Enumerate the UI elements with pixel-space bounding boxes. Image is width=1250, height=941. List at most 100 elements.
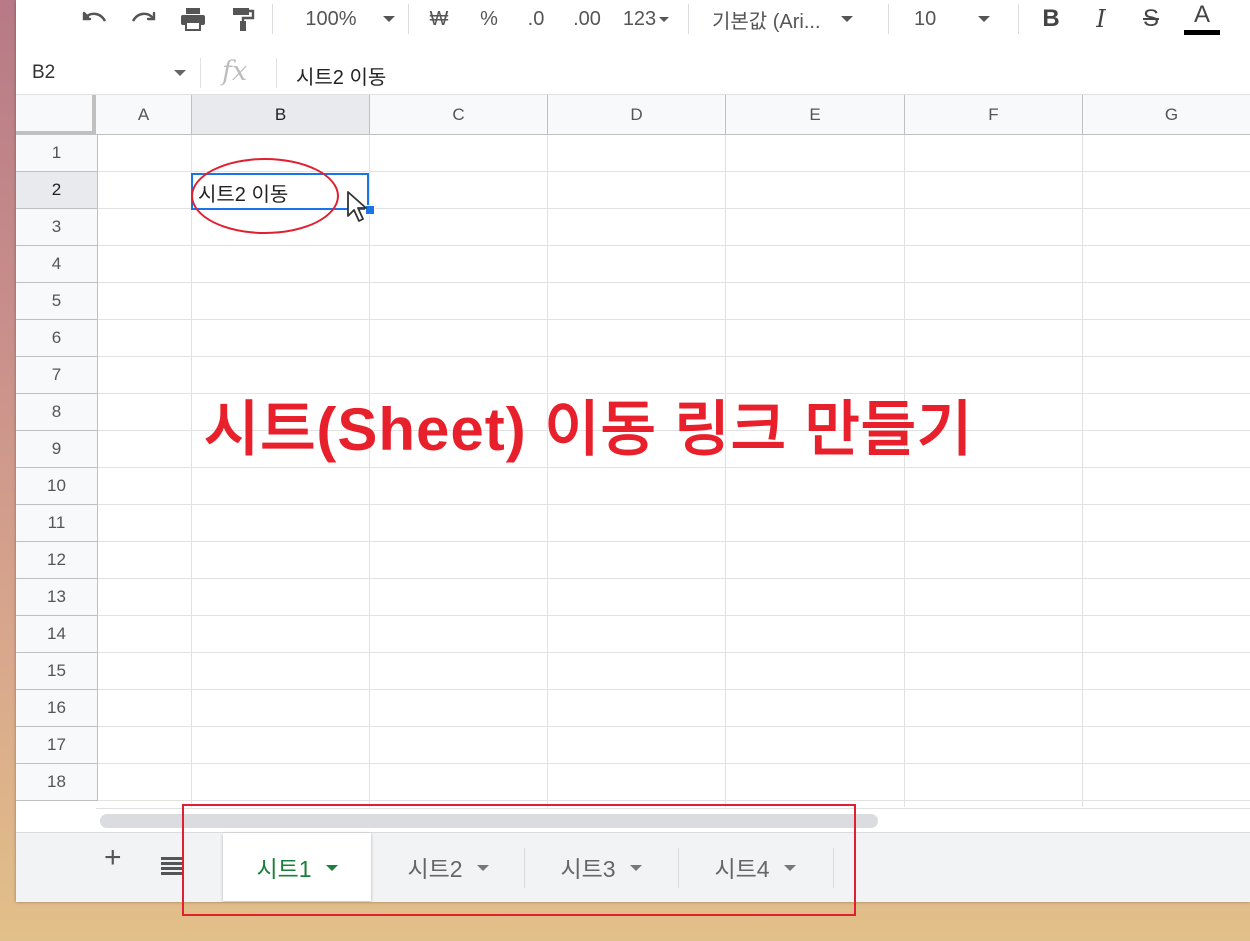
column-header-e[interactable]: E [726, 95, 905, 135]
percent-label: % [480, 7, 498, 30]
number-format-label: 123 [622, 7, 657, 30]
row-header-16[interactable]: 16 [16, 690, 98, 727]
font-family-select[interactable]: 기본값 (Ari... [712, 0, 878, 38]
redo-icon [131, 11, 156, 22]
fx-icon: fx [222, 56, 248, 87]
increase-decimal-button[interactable]: .00 [564, 0, 610, 38]
redo-button[interactable] [126, 0, 160, 38]
formula-bar: B2 fx 시트2 이동 [16, 52, 1250, 95]
gridline [98, 282, 1250, 283]
font-size-value: 10 [914, 7, 937, 30]
row-header-3[interactable]: 3 [16, 209, 98, 246]
row-header-8[interactable]: 8 [16, 394, 98, 431]
name-box[interactable]: B2 [32, 62, 55, 84]
add-sheet-button[interactable]: + [104, 843, 122, 873]
toolbar: 100% ₩ % .0 .00 123 기본값 (Ari... 10 B I S… [16, 0, 1250, 53]
increase-decimal-label: .00 [573, 7, 601, 30]
row-header-14[interactable]: 14 [16, 616, 98, 653]
toolbar-separator [1018, 4, 1019, 34]
bold-button[interactable]: B [1036, 0, 1066, 38]
print-icon [181, 8, 205, 31]
row-header-2[interactable]: 2 [16, 172, 98, 209]
toolbar-separator [408, 4, 409, 34]
decrease-decimal-button[interactable]: .0 [516, 0, 556, 38]
chevron-down-icon [840, 16, 853, 22]
zoom-select[interactable]: 100% [300, 0, 400, 38]
strikethrough-button[interactable]: S [1136, 0, 1166, 38]
gridline [98, 726, 1250, 727]
row-header-9[interactable]: 9 [16, 431, 98, 468]
gridline [98, 615, 1250, 616]
row-header-5[interactable]: 5 [16, 283, 98, 320]
gridline [191, 135, 192, 807]
chevron-down-icon[interactable] [174, 70, 186, 76]
row-header-13[interactable]: 13 [16, 579, 98, 616]
currency-button[interactable]: ₩ [424, 0, 454, 38]
italic-button[interactable]: I [1086, 0, 1116, 38]
toolbar-separator [688, 4, 689, 34]
paint-format-icon [233, 8, 255, 31]
strikethrough-label: S [1142, 5, 1159, 32]
column-header-g[interactable]: G [1083, 95, 1250, 135]
row-header-6[interactable]: 6 [16, 320, 98, 357]
gridline [98, 800, 1250, 801]
currency-label: ₩ [429, 7, 449, 30]
undo-button[interactable] [78, 0, 112, 38]
row-header-1[interactable]: 1 [16, 135, 98, 172]
row-header-15[interactable]: 15 [16, 653, 98, 690]
column-header-a[interactable]: A [96, 95, 192, 135]
decrease-decimal-label: .0 [527, 7, 545, 30]
gridline [369, 135, 370, 807]
gridline [1082, 135, 1083, 807]
chevron-down-icon [382, 16, 395, 22]
sheet-grid[interactable]: A B C D E F G 1 2 3 4 5 6 7 8 9 10 11 12… [16, 95, 1250, 807]
number-format-select[interactable]: 123 [616, 0, 676, 38]
font-family-value: 기본값 (Ari... [712, 10, 821, 33]
italic-label: I [1096, 5, 1106, 33]
mouse-cursor-icon [347, 191, 367, 222]
paint-format-button[interactable] [226, 0, 260, 38]
zoom-value: 100% [305, 7, 357, 30]
gridline [98, 245, 1250, 246]
gridline [98, 689, 1250, 690]
spreadsheet-window: 100% ₩ % .0 .00 123 기본값 (Ari... 10 B I S… [16, 0, 1250, 902]
percent-button[interactable]: % [474, 0, 504, 38]
select-all-corner[interactable] [16, 95, 96, 135]
formula-input[interactable]: 시트2 이동 [296, 61, 386, 90]
gridline [725, 135, 726, 807]
gridline [98, 319, 1250, 320]
gridline [98, 652, 1250, 653]
row-header-12[interactable]: 12 [16, 542, 98, 579]
column-header-b[interactable]: B [192, 95, 370, 135]
row-header-17[interactable]: 17 [16, 727, 98, 764]
gridline [547, 135, 548, 807]
column-header-d[interactable]: D [548, 95, 726, 135]
gridline [904, 135, 905, 807]
gridline [98, 356, 1250, 357]
all-sheets-list-icon[interactable] [161, 856, 183, 876]
annotation-title: 시트(Sheet) 이동 링크 만들기 [204, 396, 974, 463]
gridline [98, 504, 1250, 505]
row-header-18[interactable]: 18 [16, 764, 98, 801]
column-header-f[interactable]: F [905, 95, 1083, 135]
row-header-10[interactable]: 10 [16, 468, 98, 505]
formula-separator [276, 58, 277, 88]
font-size-select[interactable]: 10 [914, 0, 1008, 38]
row-header-11[interactable]: 11 [16, 505, 98, 542]
highlight-box-sheet-tabs [182, 804, 856, 916]
bold-label: B [1042, 5, 1060, 32]
text-color-swatch [1184, 30, 1220, 35]
row-header-4[interactable]: 4 [16, 246, 98, 283]
column-header-c[interactable]: C [370, 95, 548, 135]
toolbar-separator [272, 4, 273, 34]
formula-separator [200, 58, 201, 88]
print-button[interactable] [176, 0, 210, 38]
undo-icon [82, 11, 107, 22]
row-header-7[interactable]: 7 [16, 357, 98, 394]
chevron-down-icon [659, 16, 670, 22]
gridline [98, 763, 1250, 764]
gridline [98, 541, 1250, 542]
highlight-ellipse [191, 158, 339, 234]
text-color-button[interactable]: A [1182, 0, 1222, 38]
toolbar-separator [888, 4, 889, 34]
